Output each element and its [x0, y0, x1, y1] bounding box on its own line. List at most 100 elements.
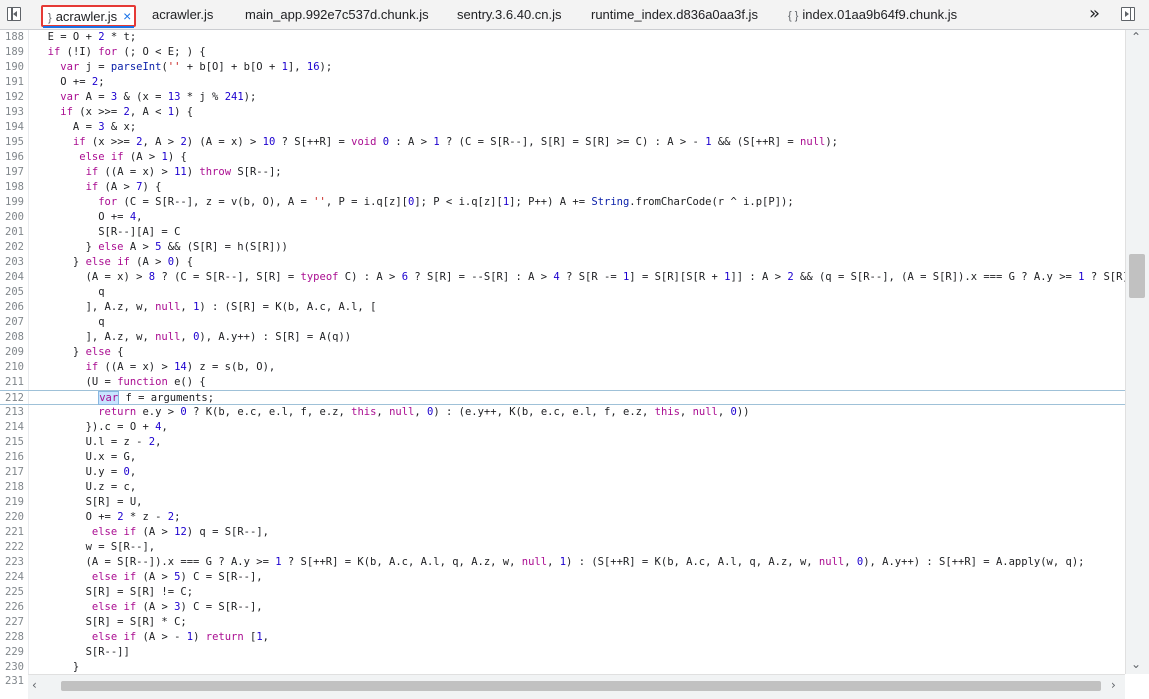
- line-number[interactable]: 226: [0, 600, 24, 615]
- line-number[interactable]: 206: [0, 300, 24, 315]
- toggle-debugger-icon[interactable]: [1121, 7, 1135, 21]
- line-number[interactable]: 191: [0, 75, 24, 90]
- code-line[interactable]: 199 for (C = S[R--], z = v(b, O), A = ''…: [0, 195, 1125, 210]
- line-number[interactable]: 229: [0, 645, 24, 660]
- code-line[interactable]: 201 S[R--][A] = C: [0, 225, 1125, 240]
- scroll-up-icon[interactable]: ⌃: [1131, 30, 1141, 44]
- code-line[interactable]: 219 S[R] = U,: [0, 495, 1125, 510]
- vertical-scroll-thumb[interactable]: [1129, 254, 1145, 298]
- code-line[interactable]: 189 if (!I) for (; O < E; ) {: [0, 45, 1125, 60]
- tab-sentry[interactable]: sentry.3.6.40.cn.js: [457, 0, 562, 30]
- code-line[interactable]: 227 S[R] = S[R] * C;: [0, 615, 1125, 630]
- code-line[interactable]: 212 var f = arguments;: [0, 390, 1125, 405]
- code-line[interactable]: 222 w = S[R--],: [0, 540, 1125, 555]
- code-line[interactable]: 198 if (A > 7) {: [0, 180, 1125, 195]
- line-number[interactable]: 225: [0, 585, 24, 600]
- code-line[interactable]: 230 }: [0, 660, 1125, 674]
- code-line[interactable]: 223 (A = S[R--]).x === G ? A.y >= 1 ? S[…: [0, 555, 1125, 570]
- scroll-down-icon[interactable]: ⌄: [1131, 657, 1141, 671]
- line-number[interactable]: 215: [0, 435, 24, 450]
- code-line[interactable]: 192 var A = 3 & (x = 13 * j % 241);: [0, 90, 1125, 105]
- line-number[interactable]: 201: [0, 225, 24, 240]
- code-line[interactable]: 202 } else A > 5 && (S[R] = h(S[R])): [0, 240, 1125, 255]
- tab-runtime-index[interactable]: runtime_index.d836a0aa3f.js: [591, 0, 758, 30]
- line-number[interactable]: 204: [0, 270, 24, 285]
- line-number[interactable]: 223: [0, 555, 24, 570]
- line-number[interactable]: 208: [0, 330, 24, 345]
- code-line[interactable]: 220 O += 2 * z - 2;: [0, 510, 1125, 525]
- line-number[interactable]: 221: [0, 525, 24, 540]
- code-line[interactable]: 207 q: [0, 315, 1125, 330]
- code-line[interactable]: 228 else if (A > - 1) return [1,: [0, 630, 1125, 645]
- code-line[interactable]: 215 U.l = z - 2,: [0, 435, 1125, 450]
- line-number[interactable]: 228: [0, 630, 24, 645]
- code-line[interactable]: 216 U.x = G,: [0, 450, 1125, 465]
- code-line[interactable]: 204 (A = x) > 8 ? (C = S[R--], S[R] = ty…: [0, 270, 1125, 285]
- code-line[interactable]: 217 U.y = 0,: [0, 465, 1125, 480]
- code-line[interactable]: 209 } else {: [0, 345, 1125, 360]
- line-number[interactable]: 216: [0, 450, 24, 465]
- more-tabs-icon[interactable]: »: [1089, 3, 1100, 24]
- line-number[interactable]: 227: [0, 615, 24, 630]
- line-number[interactable]: 189: [0, 45, 24, 60]
- code-line[interactable]: 205 q: [0, 285, 1125, 300]
- line-number[interactable]: 205: [0, 285, 24, 300]
- line-number[interactable]: 211: [0, 375, 24, 390]
- code-line[interactable]: 188 E = O + 2 * t;: [0, 30, 1125, 45]
- line-number[interactable]: 190: [0, 60, 24, 75]
- code-line[interactable]: 191 O += 2;: [0, 75, 1125, 90]
- line-number[interactable]: 198: [0, 180, 24, 195]
- line-number[interactable]: 209: [0, 345, 24, 360]
- line-number[interactable]: 214: [0, 420, 24, 435]
- code-editor[interactable]: 188 E = O + 2 * t; 189 if (!I) for (; O <…: [0, 30, 1125, 674]
- code-line[interactable]: 210 if ((A = x) > 14) z = s(b, O),: [0, 360, 1125, 375]
- line-number[interactable]: 199: [0, 195, 24, 210]
- line-number[interactable]: 203: [0, 255, 24, 270]
- line-number[interactable]: 218: [0, 480, 24, 495]
- code-line[interactable]: 196 else if (A > 1) {: [0, 150, 1125, 165]
- vertical-scrollbar[interactable]: ⌃ ⌄: [1125, 30, 1149, 674]
- code-line[interactable]: 225 S[R] = S[R] != C;: [0, 585, 1125, 600]
- code-line[interactable]: 200 O += 4,: [0, 210, 1125, 225]
- horizontal-scrollbar[interactable]: ‹ ›: [28, 674, 1125, 699]
- tab-acrawler-active[interactable]: } acrawler.js ×: [41, 5, 137, 28]
- line-number[interactable]: 195: [0, 135, 24, 150]
- line-number[interactable]: 222: [0, 540, 24, 555]
- line-number[interactable]: 194: [0, 120, 24, 135]
- code-line[interactable]: 190 var j = parseInt('' + b[O] + b[O + 1…: [0, 60, 1125, 75]
- line-number[interactable]: 193: [0, 105, 24, 120]
- tab-index-chunk[interactable]: { } index.01aa9b64f9.chunk.js: [788, 0, 957, 30]
- code-line[interactable]: 208 ], A.z, w, null, 0), A.y++) : S[R] =…: [0, 330, 1125, 345]
- line-number[interactable]: 207: [0, 315, 24, 330]
- code-line[interactable]: 224 else if (A > 5) C = S[R--],: [0, 570, 1125, 585]
- line-number[interactable]: 196: [0, 150, 24, 165]
- line-number[interactable]: 192: [0, 90, 24, 105]
- toggle-navigator-icon[interactable]: [7, 7, 21, 21]
- code-line[interactable]: 194 A = 3 & x;: [0, 120, 1125, 135]
- code-line[interactable]: 193 if (x >>= 2, A < 1) {: [0, 105, 1125, 120]
- tab-main-app-chunk[interactable]: main_app.992e7c537d.chunk.js: [245, 0, 429, 30]
- code-line[interactable]: 218 U.z = c,: [0, 480, 1125, 495]
- code-line[interactable]: 221 else if (A > 12) q = S[R--],: [0, 525, 1125, 540]
- code-line[interactable]: 206 ], A.z, w, null, 1) : (S[R] = K(b, A…: [0, 300, 1125, 315]
- scroll-right-icon[interactable]: ›: [1111, 678, 1116, 692]
- line-number[interactable]: 197: [0, 165, 24, 180]
- line-number[interactable]: 202: [0, 240, 24, 255]
- code-line[interactable]: 214 }).c = O + 4,: [0, 420, 1125, 435]
- code-line[interactable]: 203 } else if (A > 0) {: [0, 255, 1125, 270]
- line-number[interactable]: 200: [0, 210, 24, 225]
- scroll-left-icon[interactable]: ‹: [32, 678, 37, 692]
- line-number[interactable]: 210: [0, 360, 24, 375]
- line-number[interactable]: 219: [0, 495, 24, 510]
- code-line[interactable]: 195 if (x >>= 2, A > 2) (A = x) > 10 ? S…: [0, 135, 1125, 150]
- code-line[interactable]: 229 S[R--]]: [0, 645, 1125, 660]
- line-number[interactable]: 188: [0, 30, 24, 45]
- line-number[interactable]: 212: [0, 391, 24, 406]
- horizontal-scroll-thumb[interactable]: [61, 681, 1101, 691]
- code-line[interactable]: 211 (U = function e() {: [0, 375, 1125, 390]
- code-line[interactable]: 197 if ((A = x) > 11) throw S[R--];: [0, 165, 1125, 180]
- code-line[interactable]: 226 else if (A > 3) C = S[R--],: [0, 600, 1125, 615]
- code-line[interactable]: 213 return e.y > 0 ? K(b, e.c, e.l, f, e…: [0, 405, 1125, 420]
- line-number[interactable]: 217: [0, 465, 24, 480]
- tab-acrawler[interactable]: acrawler.js: [152, 0, 213, 30]
